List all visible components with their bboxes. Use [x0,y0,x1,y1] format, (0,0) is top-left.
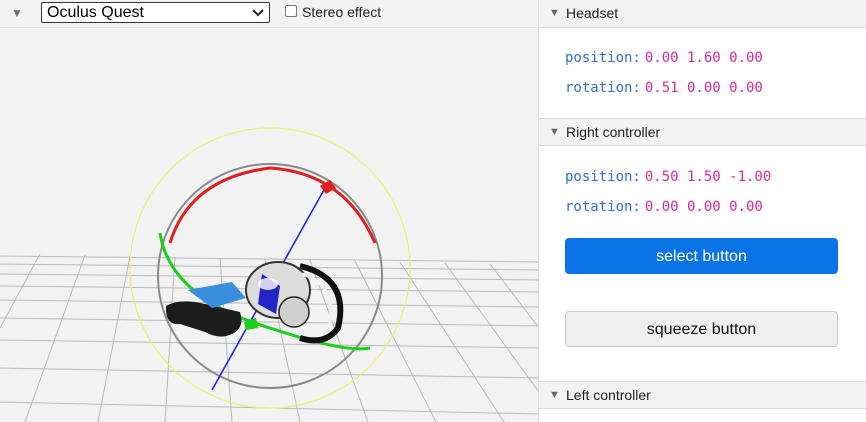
section-title-headset: Headset [566,5,619,21]
controller-highlight [258,278,278,290]
right-controller-position-value[interactable]: 0.50 1.50 -1.00 [645,169,771,185]
right-controller-rotation-row: rotation: 0.00 0.00 0.00 [565,199,763,215]
device-panel: ▼ Headset position: 0.00 1.60 0.00 rotati… [539,0,866,422]
right-controller-rotation-label: rotation: [565,199,641,215]
section-header-right-controller[interactable]: ▼ Right controller [539,118,866,146]
collapse-left-controller-icon[interactable]: ▼ [549,389,560,401]
section-header-left-controller[interactable]: ▼ Left controller [539,381,866,409]
controller-thumbstick [278,296,310,328]
viewport-toolbar: ▼ Oculus Quest Stereo effect [0,0,538,28]
right-controller-position-row: position: 0.50 1.50 -1.00 [565,169,771,185]
collapse-right-controller-icon[interactable]: ▼ [549,126,560,138]
gizmo-x-ring [168,166,377,244]
stereo-effect-label: Stereo effect [302,4,382,20]
stereo-effect-checkbox[interactable] [285,5,297,17]
select-button[interactable]: select button [565,238,838,274]
headset-position-value[interactable]: 0.00 1.60 0.00 [645,50,763,66]
section-title-right-controller: Right controller [566,124,661,140]
headset-position-label: position: [565,50,641,66]
right-controller-position-label: position: [565,169,641,185]
collapse-toolbar-icon[interactable]: ▼ [11,7,23,19]
right-controller-rotation-value[interactable]: 0.00 0.00 0.00 [645,199,763,215]
device-select[interactable]: Oculus Quest [41,2,270,23]
section-title-left-controller: Left controller [566,387,651,403]
squeeze-button[interactable]: squeeze button [565,311,838,347]
section-header-headset[interactable]: ▼ Headset [539,0,866,28]
device-select-value: Oculus Quest [47,4,144,21]
emulator-viewport[interactable]: ▼ Oculus Quest Stereo effect [0,0,539,422]
headset-rotation-label: rotation: [565,80,641,96]
chevron-down-icon [252,9,264,17]
scene-canvas[interactable] [0,28,539,422]
controller-grip [165,301,242,337]
headset-rotation-value[interactable]: 0.51 0.00 0.00 [645,80,763,96]
headset-rotation-row: rotation: 0.51 0.00 0.00 [565,80,763,96]
headset-position-row: position: 0.00 1.60 0.00 [565,50,763,66]
collapse-headset-icon[interactable]: ▼ [549,7,560,19]
